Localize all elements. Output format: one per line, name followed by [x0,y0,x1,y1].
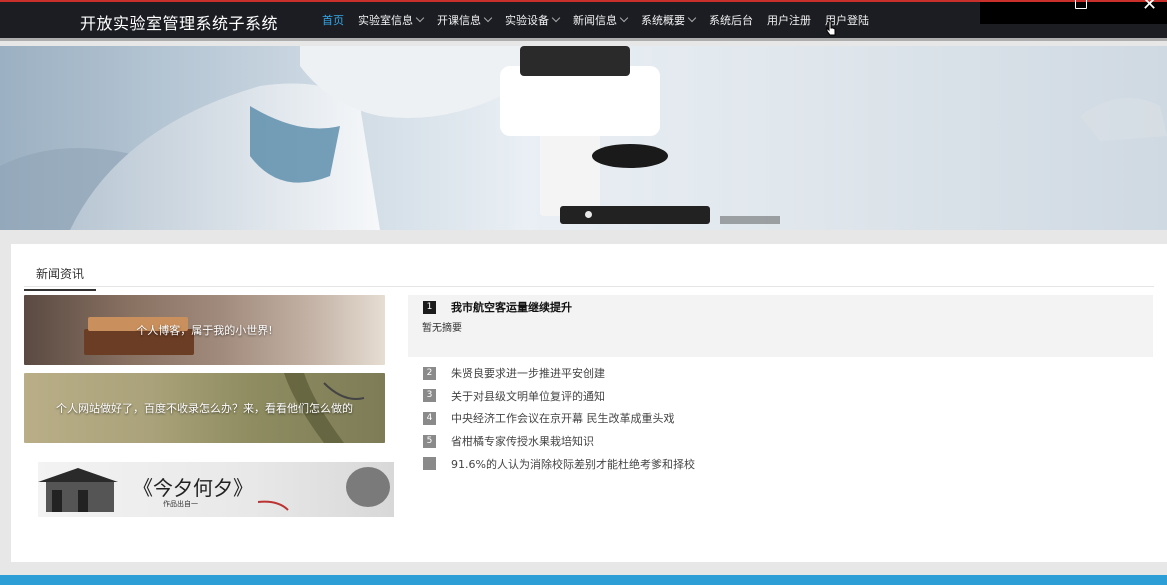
rank-badge: 2 [423,366,436,380]
mouse-cursor-icon [826,20,836,36]
hero-banner-image[interactable] [0,46,1167,230]
site-brand[interactable]: 开放实验室管理系统子系统 [80,10,278,34]
footer-bar [0,575,1167,585]
list-item[interactable]: 3 关于对县级文明单位复评的通知 [423,385,695,408]
nav-label: 实验室信息 [358,14,413,27]
news-title[interactable]: 关于对县级文明单位复评的通知 [451,388,605,404]
news-title[interactable]: 朱贤良要求进一步推进平安创建 [451,365,605,381]
card-caption: 个人博客，属于我的小世界! [136,324,273,337]
restore-icon[interactable] [1075,0,1087,9]
blog-card[interactable]: 个人博客，属于我的小世界! [24,295,385,365]
tab-news[interactable]: 新闻资讯 [24,265,97,291]
featured-news-row: 1 我市航空客运量继续提升 [423,299,572,315]
chevron-down-icon [687,13,697,23]
rank-badge: 3 [423,389,436,403]
rank-badge [423,457,436,471]
featured-news-title[interactable]: 我市航空客运量继续提升 [451,299,572,315]
news-list: 2 朱贤良要求进一步推进平安创建 3 关于对县级文明单位复评的通知 4 中央经济… [423,362,695,475]
nav-label: 用户注册 [767,14,811,27]
window-controls: ✕ [980,0,1167,24]
main-nav: 首页 实验室信息 开课信息 实验设备 新闻信息 系统概要 系统后台 用户注册 用… [322,12,883,28]
nav-item-equipment[interactable]: 实验设备 [505,12,561,28]
featured-news-summary: 暂无摘要 [422,323,462,334]
navbar-shadow [0,38,1167,41]
news-title[interactable]: 省柑橘专家传授水果栽培知识 [451,433,594,449]
lab-scientist-microscope-illustration [0,46,1167,230]
nav-label: 新闻信息 [573,14,617,27]
nav-item-course-info[interactable]: 开课信息 [437,12,493,28]
top-navbar: 开放实验室管理系统子系统 首页 实验室信息 开课信息 实验设备 新闻信息 系统概… [0,0,1167,41]
chevron-down-icon [619,13,629,23]
section-tabs: 新闻资讯 [24,265,97,291]
nav-item-admin[interactable]: 系统后台 [709,12,753,28]
list-item[interactable]: 4 中央经济工作会议在京开幕 民生改革成重头戏 [423,407,695,430]
nav-label: 系统概要 [641,14,685,27]
chevron-down-icon [415,13,425,23]
nav-item-news[interactable]: 新闻信息 [573,12,629,28]
list-item[interactable]: 91.6%的人认为消除校际差别才能杜绝考爹和择校 [423,452,695,475]
card-caption: 个人网站做好了，百度不收录怎么办？来，看看他们怎么做的 [56,402,353,415]
nav-item-lab-info[interactable]: 实验室信息 [358,12,425,28]
featured-news[interactable]: 1 我市航空客运量继续提升 暂无摘要 [408,295,1153,357]
jinxi-banner-card[interactable]: 《今夕何夕》 作品出自一 [38,462,394,517]
chevron-down-icon [551,13,561,23]
rank-badge: 4 [423,411,436,425]
jinxi-subtitle: 作品出自一 [163,500,198,508]
nav-item-overview[interactable]: 系统概要 [641,12,697,28]
nav-item-register[interactable]: 用户注册 [767,12,811,28]
rank-badge: 5 [423,434,436,448]
list-item[interactable]: 2 朱贤良要求进一步推进平安创建 [423,362,695,385]
rank-badge: 1 [423,300,436,314]
nav-item-home[interactable]: 首页 [322,12,344,28]
list-item[interactable]: 5 省柑橘专家传授水果栽培知识 [423,430,695,453]
carousel-dot-active[interactable] [585,211,592,218]
chevron-down-icon [483,13,493,23]
news-title[interactable]: 中央经济工作会议在京开幕 民生改革成重头戏 [451,410,675,426]
carousel-dots [585,211,592,218]
tab-divider [24,286,1154,287]
nav-label: 实验设备 [505,14,549,27]
news-title[interactable]: 91.6%的人认为消除校际差别才能杜绝考爹和择校 [451,456,695,472]
nav-label: 开课信息 [437,14,481,27]
close-icon[interactable]: ✕ [1142,0,1157,15]
jinxi-logo-text: 《今夕何夕》 [133,476,253,500]
website-card[interactable]: 个人网站做好了，百度不收录怎么办？来，看看他们怎么做的 [24,373,385,443]
nav-label: 首页 [322,14,344,27]
nav-label: 系统后台 [709,14,753,27]
